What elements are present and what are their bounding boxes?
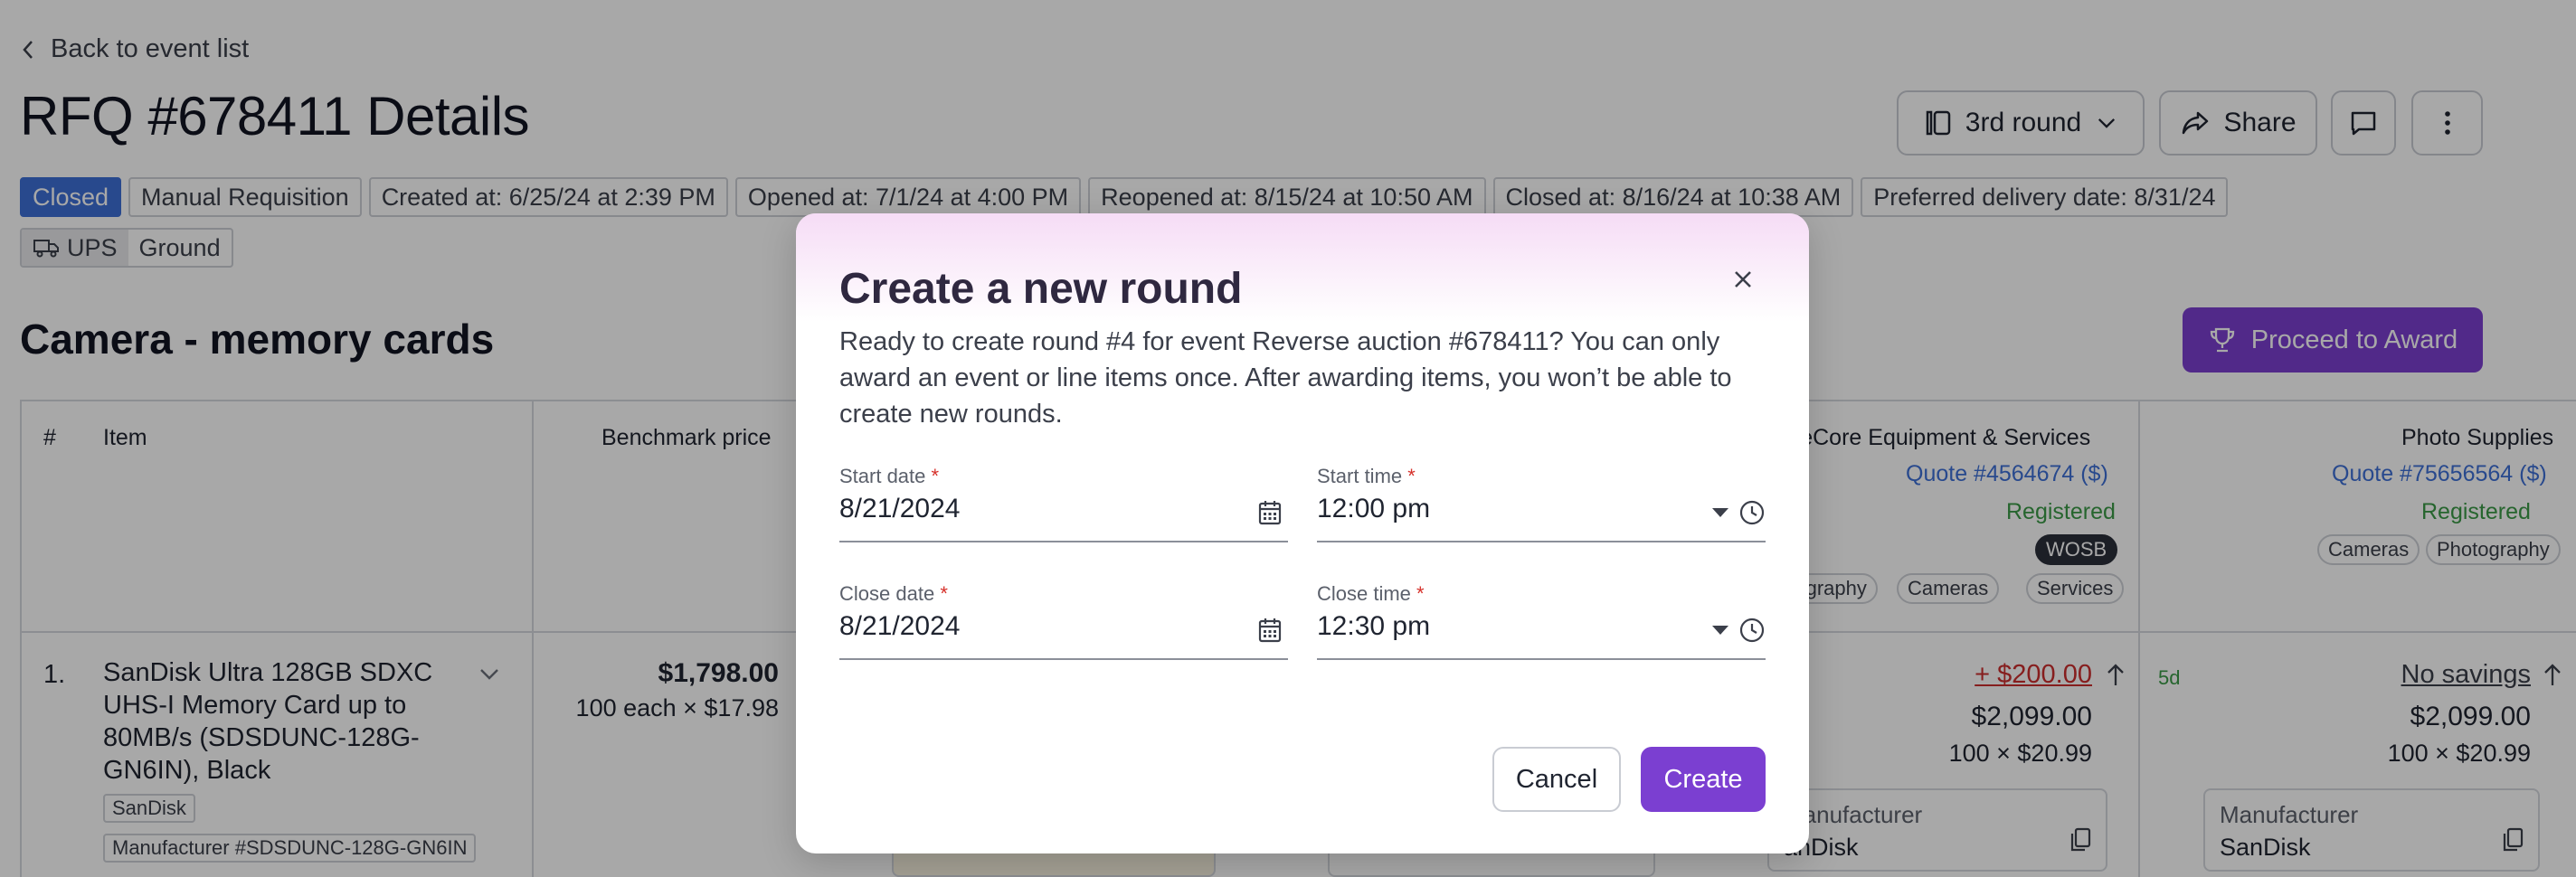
close-time-field[interactable]: Close time * 12:30 pm	[1317, 582, 1766, 660]
required-indicator: *	[1407, 465, 1416, 487]
start-date-field[interactable]: Start date * 8/21/2024	[839, 465, 1288, 542]
close-icon[interactable]	[1728, 264, 1758, 295]
close-time-value: 12:30 pm	[1317, 611, 1431, 641]
clock-icon[interactable]	[1738, 617, 1766, 644]
cancel-button[interactable]: Cancel	[1492, 747, 1621, 812]
required-indicator: *	[1416, 582, 1425, 605]
calendar-icon[interactable]	[1257, 617, 1283, 644]
required-indicator: *	[931, 465, 940, 487]
start-time-label: Start time *	[1317, 465, 1416, 487]
start-time-field[interactable]: Start time * 12:00 pm	[1317, 465, 1766, 542]
close-date-value: 8/21/2024	[839, 611, 961, 641]
create-round-button[interactable]: Create	[1641, 747, 1766, 812]
calendar-icon[interactable]	[1257, 499, 1283, 526]
start-time-value: 12:00 pm	[1317, 494, 1431, 523]
close-time-label: Close time *	[1317, 582, 1425, 605]
caret-down-icon[interactable]	[1711, 624, 1729, 637]
start-date-label: Start date *	[839, 465, 940, 487]
required-indicator: *	[940, 582, 948, 605]
close-date-label: Close date *	[839, 582, 948, 605]
modal-description: Ready to create round #4 for event Rever…	[839, 327, 1732, 429]
clock-icon[interactable]	[1738, 499, 1766, 526]
caret-down-icon[interactable]	[1711, 506, 1729, 519]
create-round-dialog: Create a new round Ready to create round…	[796, 213, 1809, 853]
modal-title: Create a new round	[839, 265, 1243, 313]
close-date-field[interactable]: Close date * 8/21/2024	[839, 582, 1288, 660]
start-date-value: 8/21/2024	[839, 494, 961, 523]
